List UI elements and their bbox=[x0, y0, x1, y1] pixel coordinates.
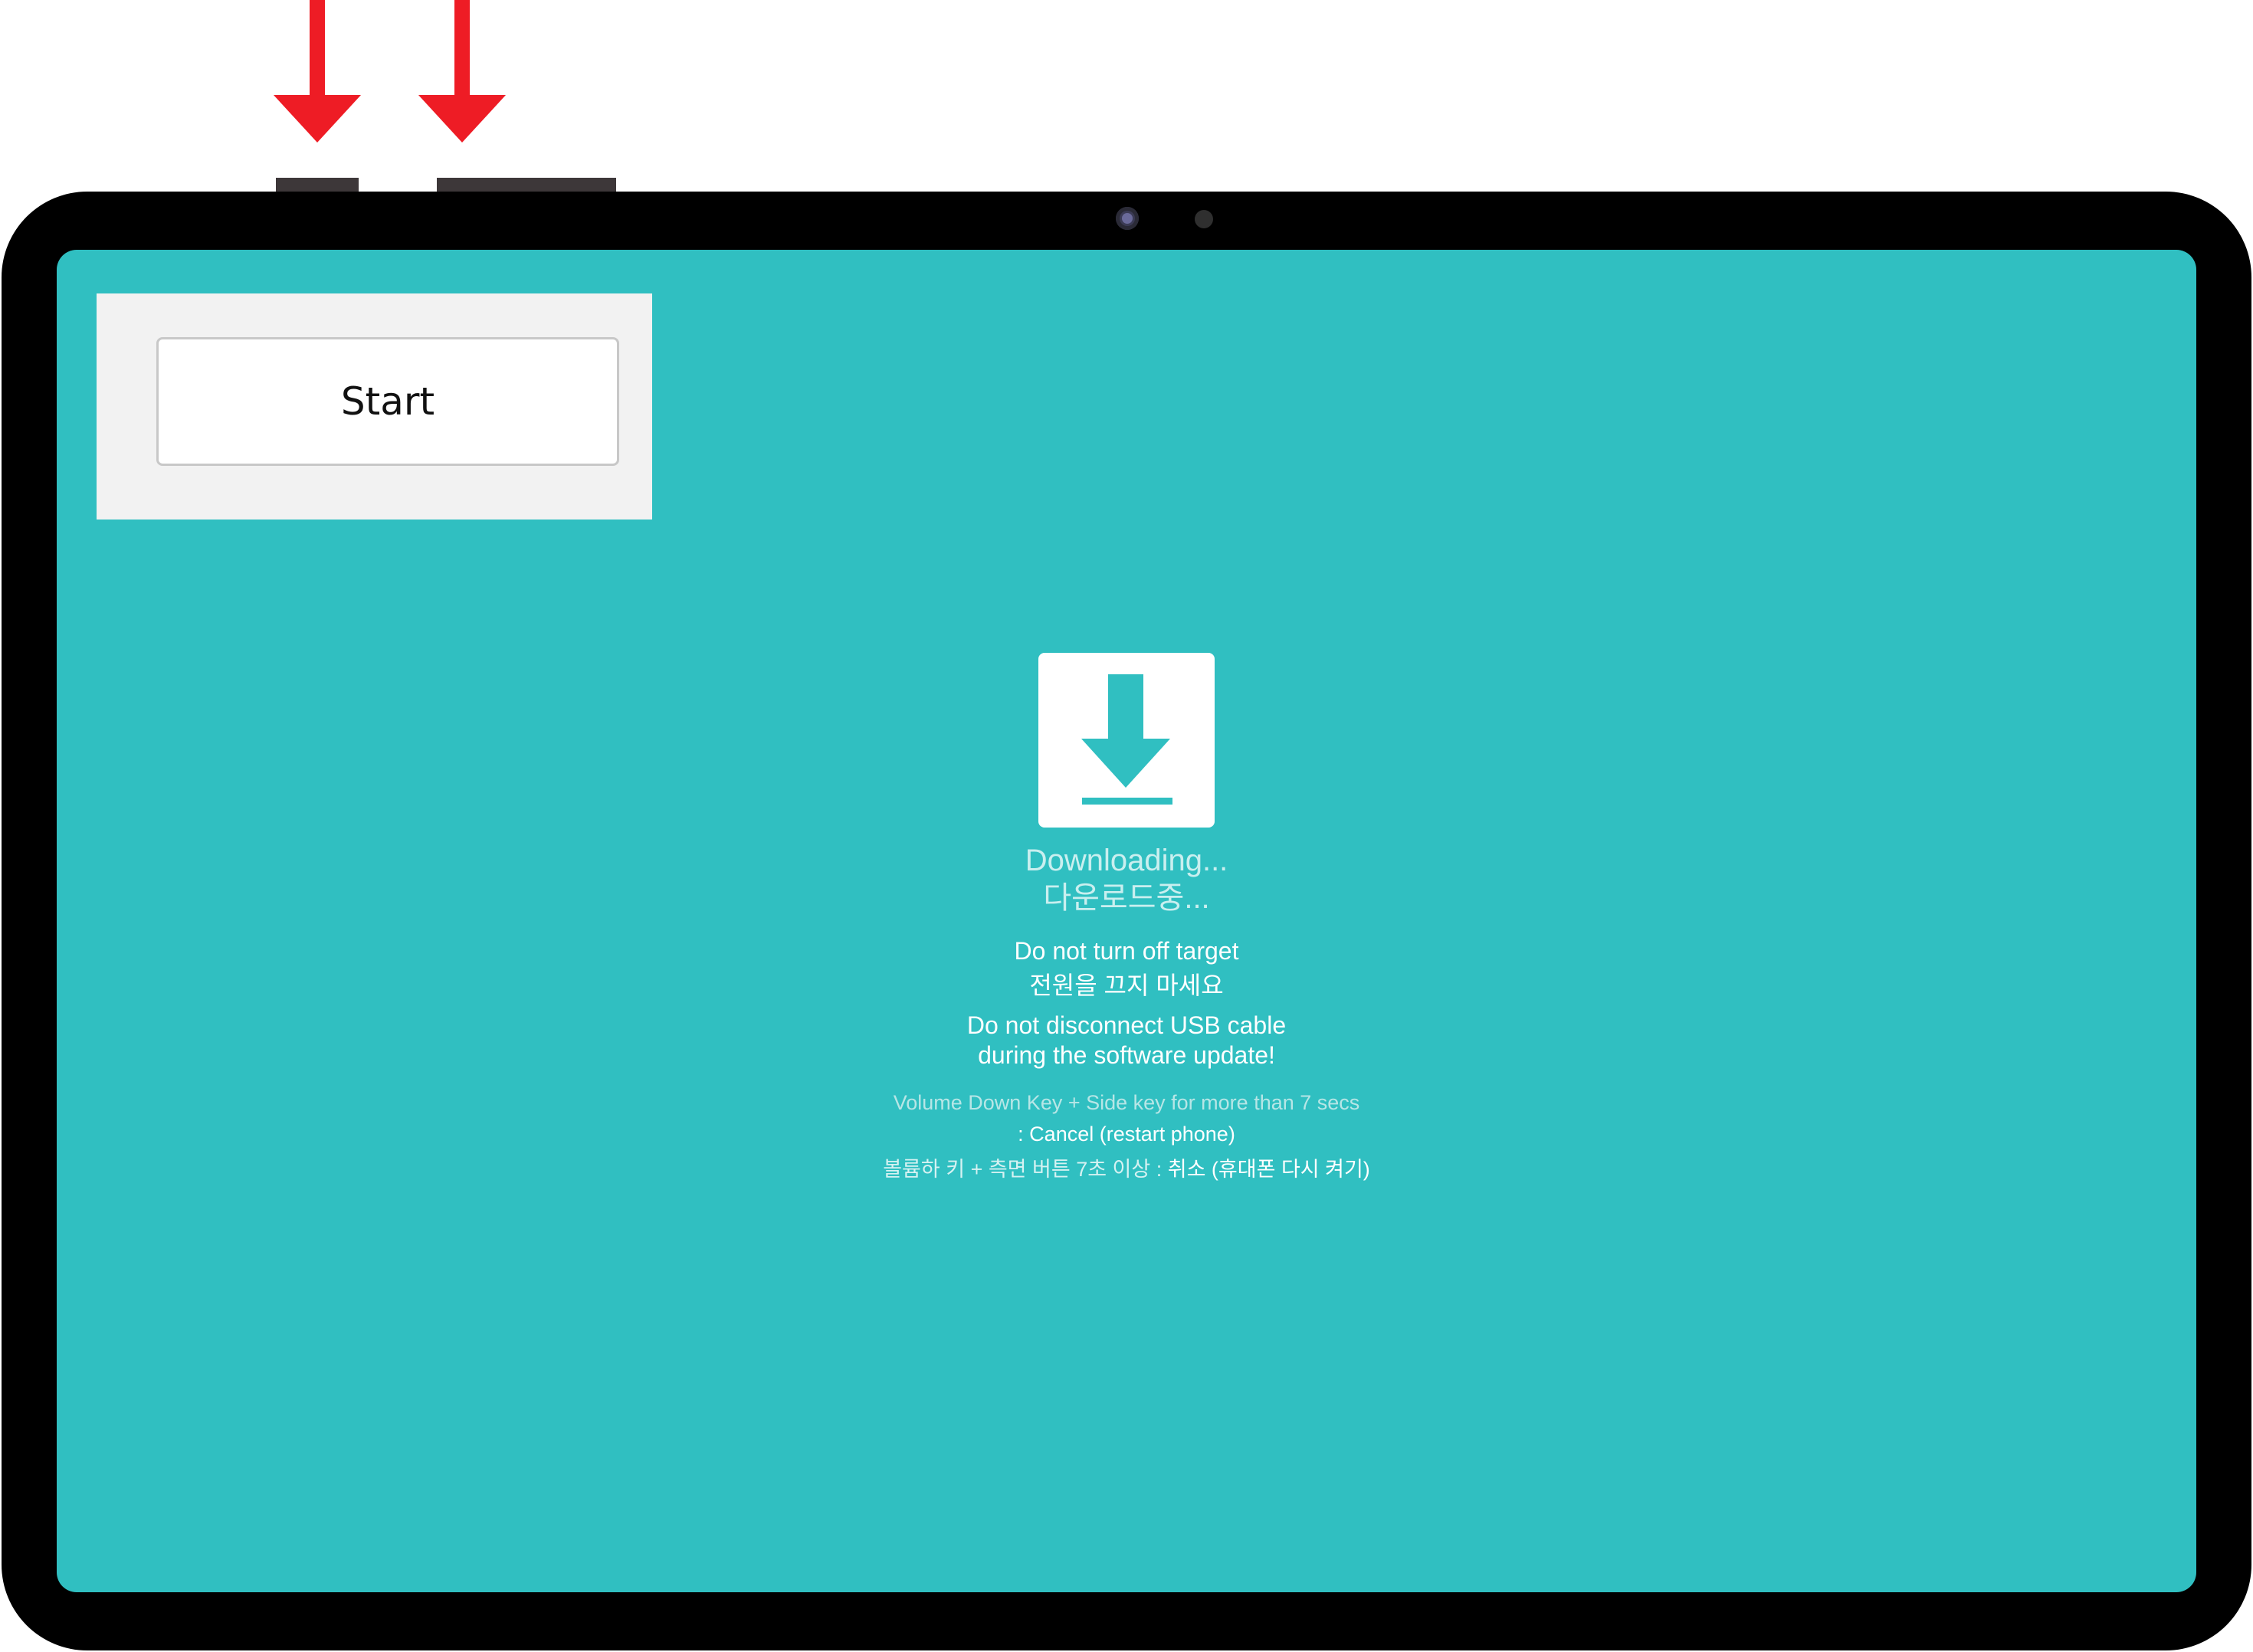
cancel-hint-korean-prefix: 볼륨하 키 + 측면 버튼 7초 이상 : bbox=[883, 1158, 1168, 1181]
front-camera-icon bbox=[1116, 207, 1139, 230]
usb-warning-line-1: Do not disconnect USB cable bbox=[966, 1011, 1287, 1039]
cancel-hint-korean-action: 취소 (휴대폰 다시 켜기) bbox=[1167, 1158, 1370, 1181]
power-warning: Do not turn off target bbox=[1014, 937, 1239, 965]
cancel-hint-line-1: Volume Down Key + Side key for more than… bbox=[893, 1091, 1360, 1114]
cancel-hint-korean: 볼륨하 키 + 측면 버튼 7초 이상 : 취소 (휴대폰 다시 켜기) bbox=[0, 1155, 2253, 1183]
arrow-down-icon bbox=[418, 0, 506, 143]
arrow-down-icon bbox=[274, 0, 361, 143]
power-warning-korean: 전원을 끄지 마세요 bbox=[1029, 972, 1224, 999]
usb-warning-line-2: during the software update! bbox=[978, 1041, 1275, 1069]
cancel-hint-line-2: : Cancel (restart phone) bbox=[1018, 1123, 1235, 1146]
downloading-status-korean: 다운로드중... bbox=[1043, 881, 1210, 915]
download-arrow-icon bbox=[1038, 653, 1215, 828]
sensor-icon bbox=[1195, 210, 1213, 228]
start-button[interactable]: Start bbox=[156, 337, 619, 466]
downloading-status: Downloading... bbox=[1025, 844, 1228, 877]
